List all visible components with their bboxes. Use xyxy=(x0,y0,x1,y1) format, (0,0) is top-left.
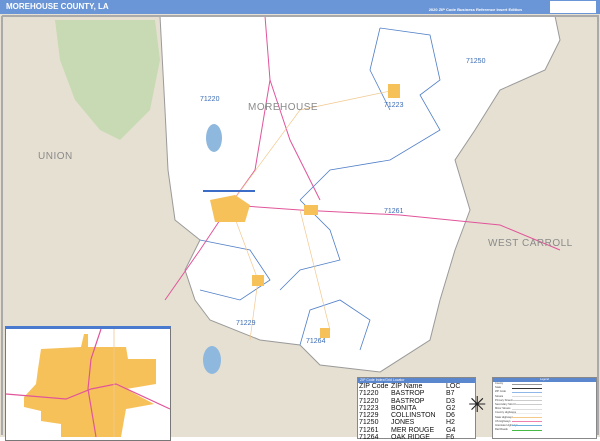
legend-label: Primary Streets xyxy=(495,398,513,402)
table-row: 71261 MER ROUGE G4 xyxy=(358,427,475,434)
edition-label: 2020 ZIP Code Business Reference Insert … xyxy=(428,7,522,12)
legend-swatch xyxy=(512,408,542,410)
legend-label: State Highways xyxy=(495,415,514,419)
legend-item: Rail Roads xyxy=(493,428,596,432)
legend-swatch xyxy=(512,404,542,406)
table-cell: 71261 xyxy=(359,426,379,434)
table-row: 71250 JONES H2 xyxy=(358,419,475,426)
zip-index-table: ZIP Code Index/Grid Locator ZIP Code ZIP… xyxy=(357,377,476,441)
table-row: 71229 COLLINSTON D6 xyxy=(358,412,475,419)
table-row: 71264 OAK RIDGE F6 xyxy=(358,434,475,441)
table-cell: H2 xyxy=(446,419,455,427)
table-cell: OAK RIDGE xyxy=(391,434,430,441)
legend-swatch xyxy=(512,391,542,393)
legend-label: State xyxy=(495,386,502,390)
map-title: MOREHOUSE COUNTY, LA xyxy=(6,2,109,11)
table-cell: 71264 xyxy=(359,434,379,441)
table-cell: BASTROP xyxy=(391,397,425,405)
column-header: ZIP Code xyxy=(359,383,389,390)
legend-swatch xyxy=(512,425,542,427)
legend-swatch xyxy=(512,417,542,418)
legend-label: Rail Roads xyxy=(495,428,508,432)
column-header: ZIP Name xyxy=(391,383,423,390)
table-cell: 71220 xyxy=(359,397,379,405)
zip-label: 71250 xyxy=(466,58,486,65)
inset-canvas xyxy=(6,329,170,438)
lake xyxy=(206,124,222,152)
table-cell: JONES xyxy=(391,419,415,427)
legend-label: US Highways xyxy=(495,419,511,423)
table-cell: G4 xyxy=(446,426,456,434)
compass-rose-icon: ✳ xyxy=(468,392,487,417)
table-row: 71220 BASTROP D3 xyxy=(358,398,475,405)
zip-label: 71261 xyxy=(384,208,404,215)
inset-urban-area xyxy=(24,334,156,437)
legend-label: Minor Streets xyxy=(495,407,511,411)
table-row: 71220 BASTROP B7 xyxy=(358,390,475,397)
legend-swatch xyxy=(512,429,542,431)
market-maps-logo xyxy=(550,1,596,13)
table-cell: COLLINSTON xyxy=(391,412,436,420)
table-cell: 71223 xyxy=(359,404,379,412)
legend-label: ZIP Code xyxy=(495,390,506,394)
legend-swatch xyxy=(512,387,542,389)
region-label-morehouse: MOREHOUSE xyxy=(248,102,319,113)
table-cell: F6 xyxy=(446,434,455,441)
table-header-row: ZIP Code ZIP Name LOC xyxy=(358,383,475,390)
legend-swatch xyxy=(512,396,542,398)
legend-swatch xyxy=(512,400,542,402)
legend-swatch xyxy=(512,421,542,423)
column-header: LOC xyxy=(446,383,461,390)
legend-label: Streets xyxy=(495,394,504,398)
region-label-west-carroll: WEST CARROLL xyxy=(488,238,573,249)
table-cell: BONITA xyxy=(391,404,417,412)
lake xyxy=(203,346,221,374)
header-bar: MOREHOUSE COUNTY, LA 2020 ZIP Code Busin… xyxy=(0,0,600,14)
table-cell: 71220 xyxy=(359,390,379,398)
region-label-union: UNION xyxy=(38,151,73,162)
zip-label: 71220 xyxy=(200,96,220,103)
zip-label: 71264 xyxy=(306,338,326,345)
map-legend: Legend County State ZIP Code Streets Primary… xyxy=(492,377,597,439)
zip-label: 71223 xyxy=(384,102,404,109)
legend-swatch xyxy=(512,412,542,414)
legend-label: County xyxy=(495,382,504,385)
table-cell: 71229 xyxy=(359,412,379,420)
table-cell: MER ROUGE xyxy=(391,426,435,434)
table-row: 71223 BONITA G2 xyxy=(358,405,475,412)
zip-label: 71229 xyxy=(236,320,256,327)
bastrop-inset-map[interactable] xyxy=(5,326,171,441)
legend-swatch xyxy=(512,383,542,385)
table-cell: BASTROP xyxy=(391,390,425,398)
table-cell: 71250 xyxy=(359,419,379,427)
